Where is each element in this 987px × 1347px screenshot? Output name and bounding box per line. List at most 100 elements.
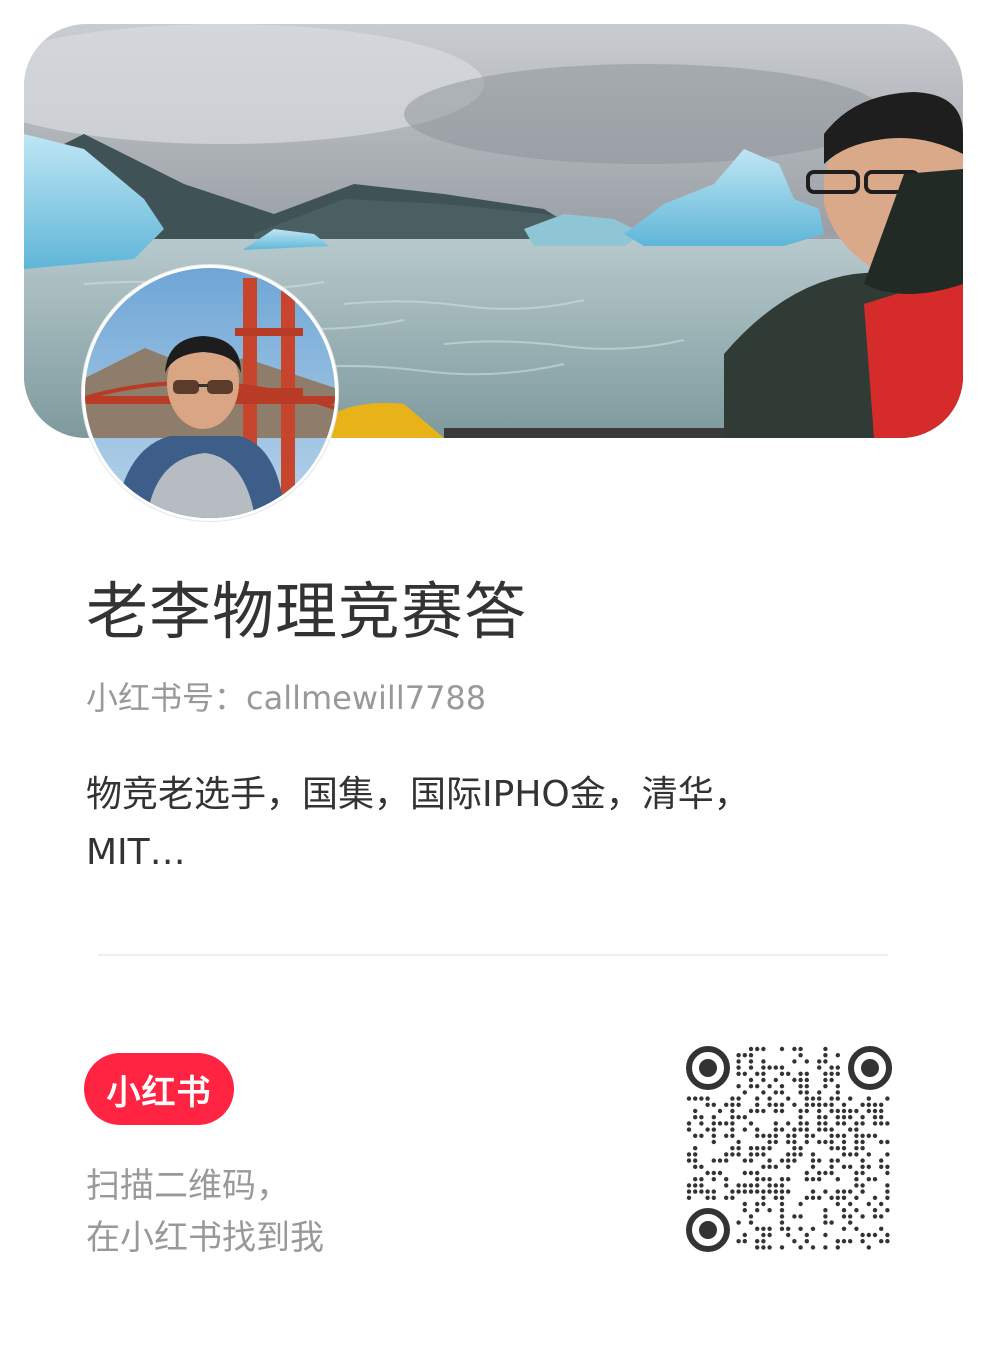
qr-module <box>829 1164 834 1169</box>
qr-module <box>885 1096 890 1101</box>
qr-module <box>823 1115 828 1120</box>
qr-module <box>810 1152 816 1157</box>
qr-module <box>773 1065 778 1070</box>
qr-module <box>742 1201 747 1207</box>
qr-module <box>879 1164 884 1169</box>
qr-module <box>829 1195 834 1200</box>
qr-module <box>841 1152 847 1157</box>
qr-module <box>823 1121 828 1126</box>
qr-module <box>767 1177 772 1182</box>
qr-module <box>779 1102 785 1107</box>
qr-module <box>829 1071 834 1076</box>
qr-module <box>755 1208 760 1213</box>
qr-module <box>779 1183 785 1188</box>
qr-module <box>755 1084 760 1089</box>
qr-module <box>854 1108 859 1114</box>
qr-module <box>841 1189 847 1194</box>
qr-module <box>693 1115 698 1120</box>
qr-module <box>699 1121 704 1126</box>
qr-module <box>693 1108 698 1114</box>
qr-module <box>885 1183 890 1188</box>
qr-module <box>879 1102 884 1107</box>
qr-module <box>804 1177 809 1182</box>
qr-module <box>761 1189 766 1194</box>
qr-module <box>748 1152 754 1157</box>
qr-module <box>761 1239 766 1244</box>
qr-module <box>798 1077 803 1083</box>
qr-module <box>841 1108 847 1114</box>
qr-module <box>792 1152 797 1157</box>
qr-module <box>705 1170 710 1176</box>
qr-module <box>736 1189 741 1194</box>
qr-module <box>779 1071 785 1076</box>
qr-module <box>773 1108 778 1114</box>
qr-module <box>798 1201 803 1207</box>
qr-module <box>860 1214 865 1219</box>
qr-module <box>798 1127 803 1132</box>
qr-module <box>686 1152 692 1157</box>
qr-module <box>817 1195 822 1200</box>
xiaohongshu-logo: 小红书 <box>84 1053 234 1125</box>
qr-module <box>711 1189 716 1194</box>
qr-module <box>866 1164 871 1169</box>
qr-module <box>748 1046 754 1052</box>
qr-module <box>804 1232 809 1238</box>
qr-module <box>773 1189 778 1194</box>
qr-module <box>773 1102 778 1107</box>
qr-module <box>767 1146 772 1151</box>
qr-module <box>742 1071 747 1076</box>
qr-module <box>854 1133 859 1138</box>
qr-module <box>755 1127 760 1132</box>
qr-module <box>792 1239 797 1244</box>
qr-module <box>798 1146 803 1151</box>
qr-module <box>817 1127 822 1132</box>
qr-module <box>792 1059 797 1064</box>
qr-module <box>829 1170 834 1176</box>
qr-module <box>804 1096 809 1101</box>
qr-module <box>748 1053 754 1058</box>
qr-code-icon[interactable] <box>686 1046 892 1252</box>
qr-module <box>860 1232 865 1238</box>
qr-module <box>705 1189 710 1194</box>
qr-module <box>829 1065 834 1070</box>
qr-module <box>786 1232 791 1238</box>
qr-module <box>748 1146 754 1151</box>
qr-module <box>823 1102 828 1107</box>
avatar[interactable] <box>85 268 335 518</box>
qr-module <box>835 1245 840 1250</box>
qr-module <box>872 1208 878 1213</box>
qr-module <box>860 1121 865 1126</box>
qr-module <box>755 1177 760 1182</box>
qr-module <box>786 1133 791 1138</box>
qr-module <box>810 1158 816 1163</box>
qr-module <box>792 1139 797 1145</box>
qr-module <box>798 1090 803 1095</box>
qr-module <box>835 1115 840 1120</box>
qr-module <box>711 1177 716 1182</box>
qr-module <box>829 1158 834 1163</box>
qr-module <box>804 1084 809 1089</box>
qr-module <box>872 1177 878 1182</box>
qr-module <box>817 1177 822 1182</box>
qr-module <box>779 1127 785 1132</box>
qr-module <box>693 1189 698 1194</box>
qr-module <box>748 1158 754 1163</box>
qr-modules <box>686 1046 890 1250</box>
qr-module <box>717 1170 723 1176</box>
qr-module <box>792 1046 797 1052</box>
qr-module <box>761 1177 766 1182</box>
qr-module <box>829 1102 834 1107</box>
qr-module <box>761 1065 766 1070</box>
qr-module <box>786 1189 791 1194</box>
qr-module <box>761 1090 766 1095</box>
qr-module <box>755 1245 760 1250</box>
qr-module <box>848 1152 853 1157</box>
qr-module <box>717 1158 723 1163</box>
qr-module <box>779 1201 785 1207</box>
qr-module <box>686 1195 692 1200</box>
qr-module <box>699 1183 704 1188</box>
qr-module <box>779 1189 785 1194</box>
qr-module <box>748 1065 754 1070</box>
qr-module <box>841 1146 847 1151</box>
qr-module <box>748 1183 754 1188</box>
